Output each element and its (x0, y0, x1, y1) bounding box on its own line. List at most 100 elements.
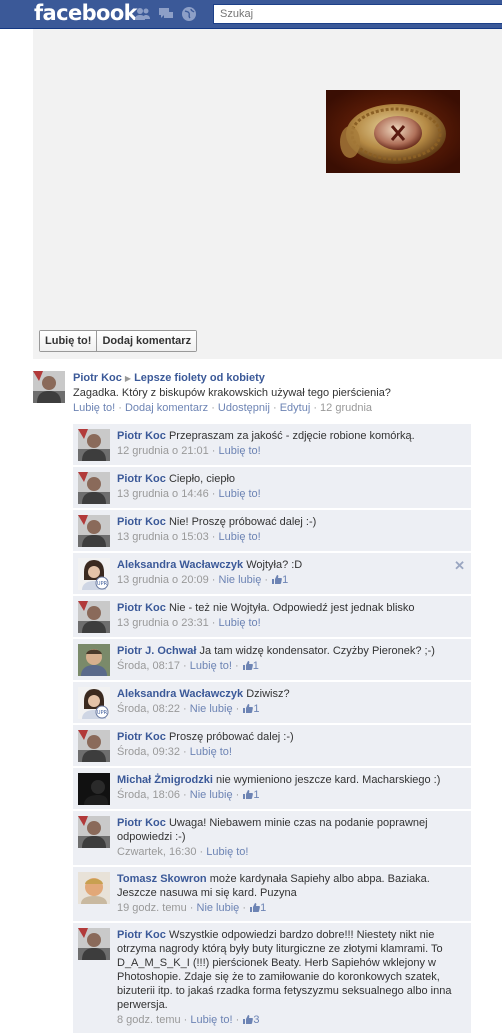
like-count-value: 1 (260, 902, 267, 914)
comment-like-link[interactable]: Nie lubię (197, 902, 240, 914)
avatar[interactable] (78, 644, 110, 676)
comment-content: Piotr Koc Uwaga! Niebawem minie czas na … (117, 816, 465, 844)
comment-meta: Środa, 09:32 · Lubię to! (117, 746, 232, 758)
comment-author[interactable]: Piotr Koc (117, 817, 166, 829)
comment-meta: 13 grudnia o 23:31 · Lubię to! (117, 617, 261, 629)
comment-content: Aleksandra Wacławczyk Dziwisz? (117, 687, 465, 701)
notifications-icon[interactable] (180, 6, 197, 22)
avatar[interactable] (78, 515, 110, 547)
comment-meta: 13 grudnia o 15:03 · Lubię to! (117, 531, 261, 543)
avatar[interactable] (78, 773, 110, 805)
post-share-link[interactable]: Udostępnij (218, 402, 270, 414)
like-count[interactable]: 1 (242, 660, 259, 672)
comment-time[interactable]: Środa, 09:32 (117, 746, 180, 758)
post-edit-link[interactable]: Edytuj (280, 402, 311, 414)
post-date[interactable]: 12 grudnia (320, 402, 372, 414)
comment-author[interactable]: Piotr J. Ochwał (117, 645, 196, 657)
comment-like-link[interactable]: Lubię to! (190, 660, 232, 672)
add-comment-button[interactable]: Dodaj komentarz (96, 331, 197, 351)
comment-item: Piotr Koc Przepraszam za jakość - zdjęci… (73, 424, 471, 465)
comment-time[interactable]: Środa, 08:17 (117, 660, 180, 672)
search-input[interactable] (213, 4, 502, 24)
comment-time[interactable]: 19 godz. temu (117, 902, 187, 914)
comment-time[interactable]: 13 grudnia o 15:03 (117, 531, 209, 543)
avatar[interactable] (78, 601, 110, 633)
notification-jewels (134, 6, 197, 22)
comment-like-link[interactable]: Lubię to! (219, 617, 261, 629)
like-count[interactable]: 1 (249, 902, 266, 914)
comment-author[interactable]: Aleksandra Wacławczyk (117, 688, 243, 700)
avatar[interactable]: UPR (78, 687, 110, 719)
comment-item: UPR Aleksandra Wacławczyk Dziwisz? Środa, … (73, 682, 471, 723)
thumbs-up-icon (242, 703, 254, 715)
comment-content: Piotr Koc Ciepło, ciepło (117, 472, 465, 486)
comment-like-link[interactable]: Lubię to! (219, 488, 261, 500)
avatar[interactable] (78, 928, 110, 960)
avatar[interactable] (78, 472, 110, 504)
comment-author[interactable]: Tomasz Skowron (117, 873, 207, 885)
comment-like-link[interactable]: Lubię to! (219, 531, 261, 543)
friend-requests-icon[interactable] (134, 6, 151, 22)
like-count[interactable]: 3 (242, 1014, 259, 1026)
comment-author[interactable]: Piotr Koc (117, 602, 166, 614)
comment-text: Nie! Proszę próbować dalej :-) (168, 516, 317, 528)
comment-like-link[interactable]: Nie lubię (190, 703, 233, 715)
like-count-value: 1 (282, 574, 289, 586)
avatar[interactable]: UPR (78, 558, 110, 590)
avatar[interactable] (78, 872, 110, 904)
facebook-logo[interactable]: facebook (34, 1, 138, 25)
comment-author[interactable]: Piotr Koc (117, 929, 166, 941)
comment-text: Wszystkie odpowiedzi bardzo dobre!!! Nie… (117, 929, 452, 1011)
comment-item: Michał Żmigrodzki nie wymieniono jeszcze… (73, 768, 471, 809)
comment-author[interactable]: Piotr Koc (117, 473, 166, 485)
like-count[interactable]: 1 (242, 789, 260, 801)
thumbs-up-icon (249, 902, 261, 914)
comment-time[interactable]: Środa, 18:06 (117, 789, 180, 801)
comment-item: UPR Aleksandra Wacławczyk Wojtyła? :D 13 g… (73, 553, 471, 594)
messages-icon[interactable] (157, 6, 174, 22)
post-comment-link[interactable]: Dodaj komentarz (125, 402, 208, 414)
comment-content: Piotr Koc Wszystkie odpowiedzi bardzo do… (117, 928, 465, 1012)
comment-author[interactable]: Piotr Koc (117, 731, 166, 743)
comment-time[interactable]: 8 godz. temu (117, 1014, 181, 1026)
comment-like-link[interactable]: Nie lubię (190, 789, 233, 801)
like-count[interactable]: 1 (271, 574, 288, 586)
avatar[interactable] (78, 730, 110, 762)
like-count-value: 1 (252, 660, 259, 672)
post-author[interactable]: Piotr Koc (73, 372, 122, 384)
post-like-link[interactable]: Lubię to! (73, 402, 115, 414)
comment-author[interactable]: Piotr Koc (117, 430, 166, 442)
comment-time[interactable]: Środa, 08:22 (117, 703, 180, 715)
like-count[interactable]: 1 (242, 703, 260, 715)
avatar[interactable] (78, 429, 110, 461)
thumbs-up-icon (271, 574, 283, 586)
avatar[interactable] (78, 816, 110, 848)
comment-content: Piotr Koc Nie - też nie Wojtyła. Odpowie… (117, 601, 465, 615)
comment-author[interactable]: Michał Żmigrodzki (117, 774, 213, 786)
comment-author[interactable]: Aleksandra Wacławczyk (117, 559, 243, 571)
comment-like-link[interactable]: Nie lubię (219, 574, 262, 586)
post-header: Piotr Koc ▶ Lepsze fiolety od kobiety (73, 371, 493, 386)
svg-text:UPR: UPR (97, 581, 108, 587)
comment-time[interactable]: 13 grudnia o 20:09 (117, 574, 209, 586)
comment-like-link[interactable]: Lubię to! (190, 1014, 232, 1026)
comment-like-link[interactable]: Lubię to! (190, 746, 232, 758)
comment-meta: 8 godz. temu · Lubię to! · 3 (117, 1014, 260, 1026)
like-button[interactable]: Lubię to! (40, 331, 97, 351)
comment-list: Piotr Koc Przepraszam za jakość - zdjęci… (73, 424, 471, 1034)
comment-like-link[interactable]: Lubię to! (219, 445, 261, 457)
comment-time[interactable]: Czwartek, 16:30 (117, 846, 196, 858)
comment-text: nie wymieniono jeszcze kard. Macharskieg… (216, 774, 441, 786)
comment-time[interactable]: 13 grudnia o 14:46 (117, 488, 209, 500)
comment-time[interactable]: 13 grudnia o 23:31 (117, 617, 209, 629)
comment-author[interactable]: Piotr Koc (117, 516, 166, 528)
post-target[interactable]: Lepsze fiolety od kobiety (134, 372, 265, 384)
comment-item: Tomasz Skowron może kardynała Sapiehy al… (73, 867, 471, 921)
comment-time[interactable]: 12 grudnia o 21:01 (117, 445, 209, 457)
comment-like-link[interactable]: Lubię to! (206, 846, 248, 858)
comment-content: Piotr Koc Nie! Proszę próbować dalej :-) (117, 515, 465, 529)
comment-item: Piotr Koc Proszę próbować dalej :-) Środa… (73, 725, 471, 766)
ring-photo[interactable] (326, 90, 460, 173)
close-icon[interactable]: ✕ (454, 559, 465, 573)
avatar[interactable] (33, 371, 65, 403)
